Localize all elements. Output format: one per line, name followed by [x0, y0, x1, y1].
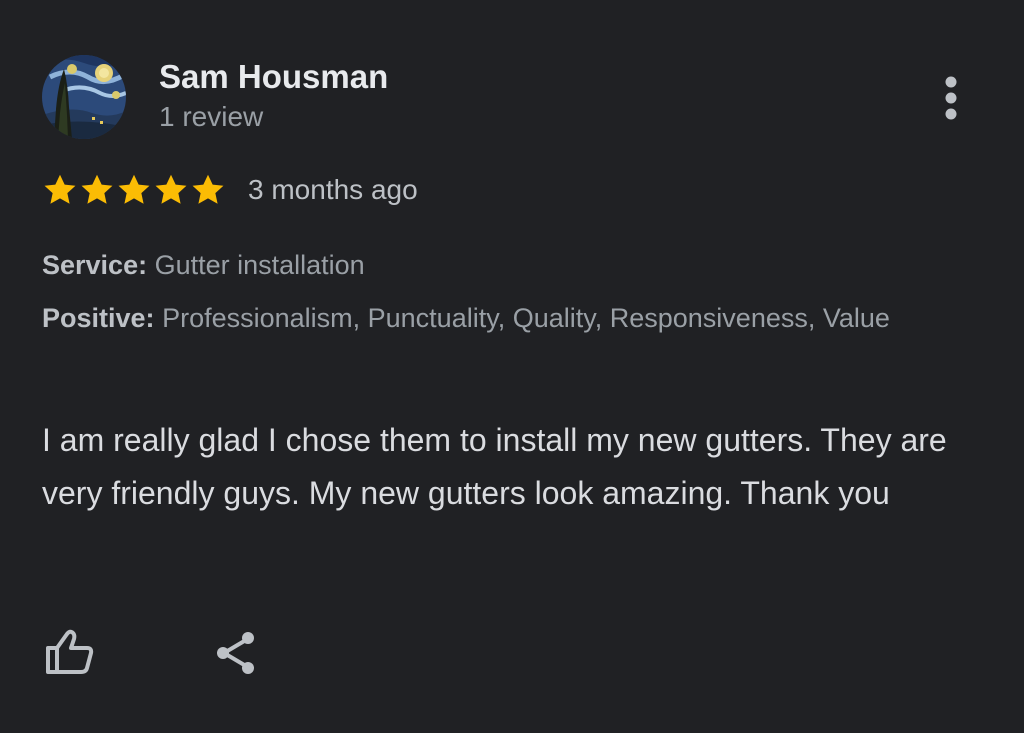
- service-label: Service:: [42, 250, 148, 280]
- review-text: I am really glad I chose them to install…: [42, 422, 947, 511]
- avatar[interactable]: [42, 55, 126, 139]
- service-attribute: Service: Gutter installation: [42, 245, 962, 286]
- like-button[interactable]: [40, 622, 100, 682]
- share-icon: [217, 632, 254, 674]
- star-icon: [155, 174, 187, 204]
- rating-row: 3 months ago: [42, 170, 418, 210]
- author-name[interactable]: Sam Housman: [159, 58, 388, 96]
- positive-attribute: Positive: Professionalism, Punctuality, …: [42, 298, 962, 339]
- more-options-button[interactable]: [928, 70, 974, 126]
- review-date: 3 months ago: [248, 174, 418, 205]
- positive-value: Professionalism, Punctuality, Quality, R…: [162, 303, 890, 333]
- share-button[interactable]: [208, 622, 268, 682]
- star-icon: [81, 174, 113, 204]
- star-icon: [192, 174, 224, 204]
- thumbs-up-icon: [46, 629, 94, 674]
- positive-label: Positive:: [42, 303, 155, 333]
- star-icon: [44, 174, 76, 204]
- more-vertical-icon: [945, 76, 957, 120]
- star-icon: [118, 174, 150, 204]
- review-card: Sam Housman 1 review 3 months ago Servic…: [0, 0, 1024, 733]
- review-count[interactable]: 1 review: [159, 101, 263, 133]
- star-rating: [42, 172, 226, 208]
- service-value: Gutter installation: [154, 250, 365, 280]
